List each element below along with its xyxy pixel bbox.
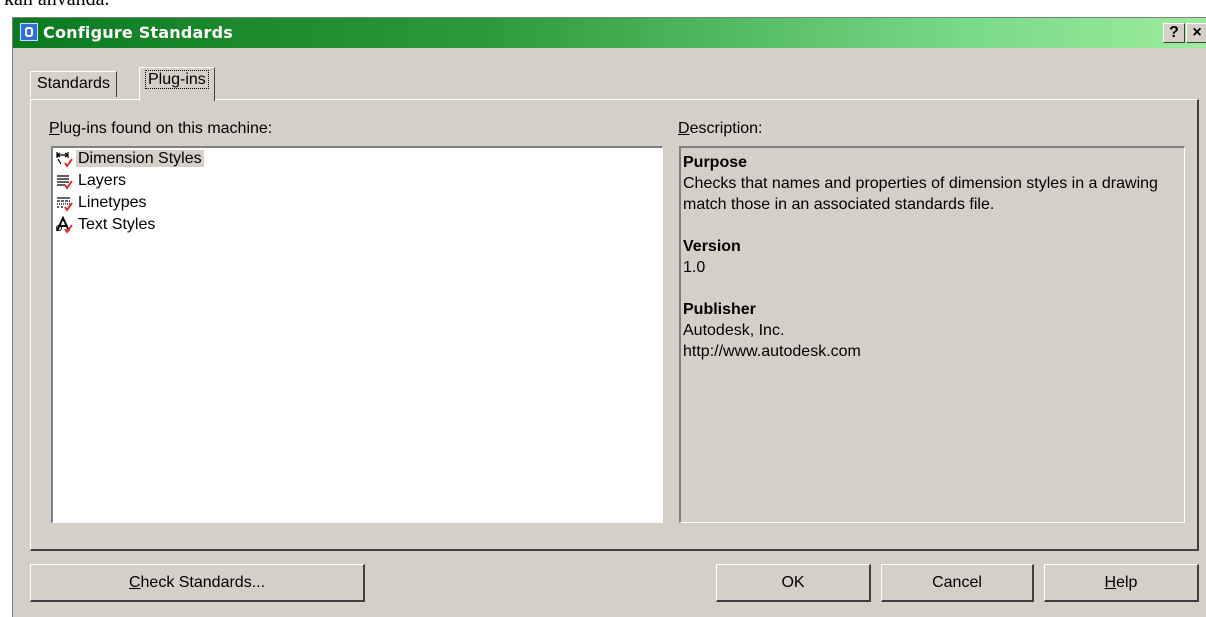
list-item-label: Linetypes bbox=[78, 194, 147, 211]
tab-standards-label: Standards bbox=[37, 75, 110, 92]
ok-button[interactable]: OK bbox=[716, 564, 871, 602]
list-item-label: Layers bbox=[78, 172, 127, 189]
page-header-text: kan anvanda. bbox=[4, 0, 110, 11]
tab-plug-ins[interactable]: Plug-ins bbox=[139, 67, 215, 101]
list-item-label: Text Styles bbox=[78, 216, 156, 233]
description-label: Description: bbox=[678, 120, 763, 137]
list-item-layers[interactable]: Layers bbox=[53, 170, 662, 192]
help-button[interactable]: Help bbox=[1044, 564, 1199, 602]
version-text: 1.0 bbox=[683, 259, 706, 276]
publisher-url: http://www.autodesk.com bbox=[683, 343, 861, 360]
autocad-app-icon bbox=[20, 23, 38, 41]
description-box: Purpose Checks that names and properties… bbox=[679, 146, 1185, 523]
title-bar[interactable]: Configure Standards ? × bbox=[13, 18, 1206, 48]
plugins-listbox[interactable]: Dimension Styles Layers Linetypes Text S… bbox=[51, 146, 663, 523]
version-heading: Version bbox=[683, 238, 741, 255]
dimension-styles-icon bbox=[55, 150, 75, 168]
tab-plug-ins-label: Plug-ins bbox=[145, 70, 209, 89]
purpose-text: Checks that names and properties of dime… bbox=[683, 175, 1158, 213]
publisher-name: Autodesk, Inc. bbox=[683, 322, 785, 339]
window-title: Configure Standards bbox=[43, 23, 234, 42]
plugins-list-label: Plug-ins found on this machine: bbox=[49, 120, 273, 137]
list-item-linetypes[interactable]: Linetypes bbox=[53, 192, 662, 214]
list-item-text-styles[interactable]: Text Styles bbox=[53, 214, 662, 236]
linetypes-icon bbox=[55, 194, 75, 212]
publisher-heading: Publisher bbox=[683, 301, 756, 318]
check-standards-button[interactable]: Check Standards... bbox=[30, 564, 365, 602]
tab-standards[interactable]: Standards bbox=[30, 71, 117, 97]
purpose-heading: Purpose bbox=[683, 154, 748, 171]
close-button[interactable]: × bbox=[1186, 23, 1206, 43]
configure-standards-dialog: Configure Standards ? × Standards Plug-i… bbox=[12, 17, 1206, 617]
list-item-label: Dimension Styles bbox=[76, 150, 204, 167]
text-styles-icon bbox=[55, 215, 75, 234]
help-title-button[interactable]: ? bbox=[1163, 23, 1185, 43]
list-item-dimension-styles[interactable]: Dimension Styles bbox=[53, 148, 662, 170]
cancel-button[interactable]: Cancel bbox=[881, 564, 1034, 602]
layers-icon bbox=[55, 172, 75, 190]
